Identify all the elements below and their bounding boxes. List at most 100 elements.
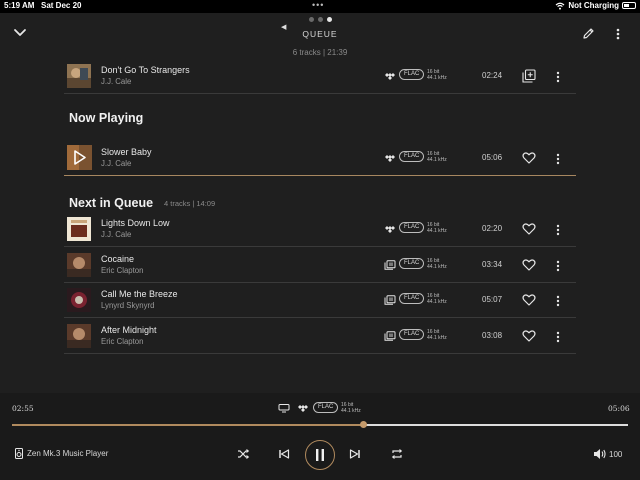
more-icon[interactable] — [554, 152, 562, 166]
audio-quality: 16 bit 44.1 kHz — [427, 222, 447, 234]
track-duration: 05:07 — [482, 295, 503, 304]
track-duration: 02:24 — [482, 71, 503, 80]
queue-summary: 6 tracks | 21:39 — [292, 48, 348, 57]
audio-quality: 16 bit 44.1 kHz — [427, 329, 447, 341]
more-icon[interactable] — [554, 294, 562, 308]
more-icon[interactable] — [614, 27, 622, 41]
album-art — [67, 324, 91, 348]
more-icon[interactable] — [554, 259, 562, 273]
track-title: Slower Baby — [101, 147, 152, 157]
track-artist: J.J. Cale — [101, 77, 132, 86]
volume-icon — [594, 449, 606, 459]
status-bar: 5:19 AM Sat Dec 20 ••• Not Charging — [0, 0, 640, 13]
album-art — [67, 145, 92, 170]
next-queue-summary: 4 tracks | 14:09 — [164, 199, 216, 208]
more-icon[interactable] — [554, 70, 562, 84]
track-title: After Midnight — [101, 325, 157, 335]
shuffle-icon[interactable] — [236, 447, 250, 461]
battery-icon — [622, 2, 636, 9]
heart-icon[interactable] — [522, 222, 536, 236]
track-row[interactable]: After Midnight Eric Clapton FLAC 16 bit 4… — [64, 319, 576, 354]
status-time: 5:19 AM — [4, 1, 35, 10]
output-device[interactable]: Zen Mk.3 Music Player — [15, 448, 108, 459]
queue-header: ◀ QUEUE 6 tracks | 21:39 — [0, 13, 640, 63]
track-title: Call Me the Breeze — [101, 289, 178, 299]
tidal-icon — [385, 155, 395, 162]
sample-rate: 44.1 kHz — [427, 157, 447, 163]
status-date: Sat Dec 20 — [41, 1, 82, 10]
track-row[interactable]: Cocaine Eric Clapton FLAC 16 bit 44.1 kHz… — [64, 248, 576, 283]
tidal-icon — [298, 405, 308, 412]
battery-status-text: Not Charging — [568, 1, 619, 10]
page-dot[interactable] — [318, 17, 323, 22]
tidal-icon — [385, 73, 395, 80]
cast-icon[interactable] — [278, 403, 290, 413]
progress-fill — [12, 424, 364, 426]
album-art — [67, 217, 91, 241]
audio-quality: 16 bit 44.1 kHz — [427, 151, 447, 163]
track-title: Don't Go To Strangers — [101, 65, 190, 75]
track-artist: Eric Clapton — [101, 266, 144, 275]
now-playing-heading: Now Playing — [69, 111, 144, 125]
page-dot[interactable] — [309, 17, 314, 22]
heart-icon[interactable] — [522, 293, 536, 307]
track-artist: Eric Clapton — [101, 337, 144, 346]
repeat-icon[interactable] — [390, 447, 404, 461]
format-badge: FLAC — [399, 258, 425, 269]
track-title: Cocaine — [101, 254, 135, 264]
album-art — [67, 288, 91, 312]
volume-control[interactable]: 100 — [593, 448, 622, 460]
page-title: QUEUE — [302, 29, 338, 39]
edit-icon[interactable] — [582, 27, 595, 40]
track-duration: 02:20 — [482, 224, 503, 233]
track-duration: 03:34 — [482, 260, 503, 269]
track-row[interactable]: Lights Down Low J.J. Cale FLAC 16 bit 44.… — [64, 212, 576, 247]
track-row-previous[interactable]: Don't Go To Strangers J.J. Cale FLAC 16 … — [64, 59, 576, 94]
page-indicator[interactable] — [309, 17, 332, 22]
track-row[interactable]: Call Me the Breeze Lynyrd Skynyrd FLAC 1… — [64, 283, 576, 318]
elapsed-time: 02:55 — [12, 404, 34, 413]
more-icon[interactable] — [554, 330, 562, 344]
audio-quality: 16 bit 44.1 kHz — [427, 293, 447, 305]
track-artist: Lynyrd Skynyrd — [101, 301, 155, 310]
wifi-icon — [555, 2, 565, 10]
tidal-icon — [385, 226, 395, 233]
page-dot-active[interactable] — [327, 17, 332, 22]
next-in-queue-heading: Next in Queue — [69, 196, 154, 210]
pause-icon — [316, 449, 324, 461]
heart-icon[interactable] — [522, 329, 536, 343]
progress-bar[interactable] — [12, 421, 628, 428]
sample-rate: 44.1 kHz — [427, 299, 447, 305]
format-badge: FLAC — [399, 293, 425, 304]
status-right: Not Charging — [555, 1, 636, 10]
track-artist: J.J. Cale — [101, 159, 132, 168]
track-artist: J.J. Cale — [101, 230, 132, 239]
format-badge: FLAC — [399, 222, 425, 233]
add-to-queue-icon[interactable] — [522, 69, 536, 83]
volume-level: 100 — [609, 449, 623, 459]
track-duration: 03:08 — [482, 331, 503, 340]
next-icon[interactable] — [348, 447, 362, 461]
heart-icon[interactable] — [522, 151, 536, 165]
device-name: Zen Mk.3 Music Player — [27, 449, 109, 458]
format-badge: FLAC — [399, 151, 425, 162]
more-icon[interactable] — [554, 223, 562, 237]
progress-handle[interactable] — [360, 421, 368, 428]
audio-quality: 16 bit 44.1 kHz — [427, 69, 447, 81]
album-art — [67, 253, 91, 277]
speaker-icon — [15, 448, 23, 459]
audio-quality: 16 bit 44.1 kHz — [341, 402, 361, 414]
total-time: 05:06 — [608, 404, 630, 413]
sample-rate: 44.1 kHz — [427, 335, 447, 341]
sample-rate: 44.1 kHz — [427, 228, 447, 234]
pause-button[interactable] — [305, 440, 335, 470]
multitask-dots[interactable]: ••• — [312, 0, 324, 10]
track-duration: 05:06 — [482, 153, 503, 162]
library-icon — [384, 260, 396, 270]
track-row-now-playing[interactable]: Slower Baby J.J. Cale FLAC 16 bit 44.1 kH… — [64, 141, 576, 176]
heart-icon[interactable] — [522, 258, 536, 272]
format-badge: FLAC — [399, 329, 425, 340]
sample-rate: 44.1 kHz — [341, 408, 361, 414]
previous-icon[interactable] — [277, 447, 291, 461]
format-badge: FLAC — [313, 402, 339, 413]
